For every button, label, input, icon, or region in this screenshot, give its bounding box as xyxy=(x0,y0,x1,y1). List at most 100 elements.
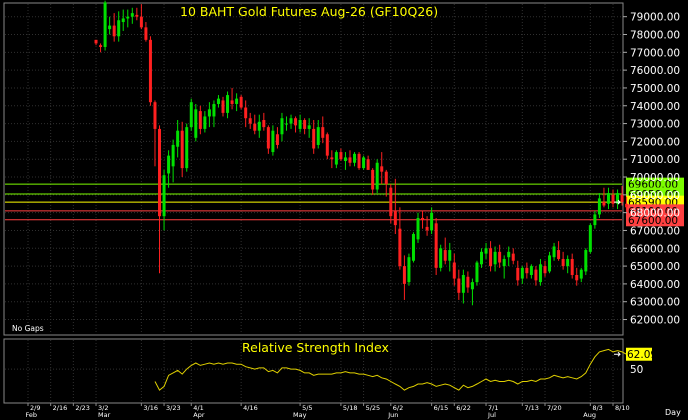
candle-body xyxy=(588,225,592,252)
month-label: Jun xyxy=(387,411,398,419)
y-tick-label: 63000.00 xyxy=(630,297,680,309)
candle-body xyxy=(380,166,384,172)
month-label: May xyxy=(293,411,307,419)
candle-body xyxy=(198,111,202,129)
y-tick-label: 78000.00 xyxy=(630,30,680,42)
candle-body xyxy=(548,255,552,272)
candle-body xyxy=(262,120,266,128)
candle-body xyxy=(235,98,239,104)
x-tick-label: 2/16 xyxy=(53,404,68,412)
candle-body xyxy=(375,162,379,190)
candle-body xyxy=(480,251,483,265)
y-tick-label: 77000.00 xyxy=(630,47,680,59)
candle-body xyxy=(606,193,610,204)
candle-body xyxy=(620,194,624,202)
candle-body xyxy=(525,267,529,274)
candle-body xyxy=(411,234,415,261)
candle-body xyxy=(216,98,220,104)
y-tick-label: 68000.00 xyxy=(630,208,680,220)
x-tick-label: 8/10 xyxy=(615,404,630,412)
candle-body xyxy=(529,266,533,275)
candle-body xyxy=(158,128,162,217)
candle-body xyxy=(461,274,465,293)
chart-title: 10 BAHT Gold Futures Aug-26 (GF10Q26) xyxy=(180,4,438,19)
candle-body xyxy=(284,123,288,125)
candle-body xyxy=(135,14,139,17)
x-tick-label: 3/16 xyxy=(143,404,158,412)
candle-body xyxy=(398,228,402,267)
candle-body xyxy=(189,102,193,128)
candle-body xyxy=(489,248,493,267)
candle-body xyxy=(348,157,352,163)
y-tick-label: 66000.00 xyxy=(630,243,680,255)
candle-body xyxy=(244,107,248,119)
candle-body xyxy=(108,25,112,30)
candle-body xyxy=(407,257,411,283)
candle-body xyxy=(421,217,425,220)
candle-body xyxy=(534,269,538,281)
candle-body xyxy=(543,266,547,274)
candle-body xyxy=(257,121,261,131)
x-tick-label: 4/16 xyxy=(243,404,258,412)
candle-body xyxy=(353,153,357,163)
candle-body xyxy=(457,278,461,293)
candle-body xyxy=(602,201,606,206)
rsi-mid-label: 50 xyxy=(630,364,643,376)
candle-body xyxy=(271,130,275,153)
month-label: Apr xyxy=(193,411,205,419)
x-tick-label: 6/15 xyxy=(434,404,449,412)
candle-body xyxy=(448,250,452,261)
candle-body xyxy=(434,223,438,268)
candle-body xyxy=(303,120,307,129)
candle-body xyxy=(266,127,270,149)
y-tick-label: 72000.00 xyxy=(630,136,680,148)
candle-body xyxy=(597,198,601,215)
candle-body xyxy=(230,100,234,104)
candle-body xyxy=(126,16,130,19)
candle-body xyxy=(443,250,447,261)
candle-body xyxy=(330,157,334,160)
candle-body xyxy=(570,258,574,275)
candle-body xyxy=(339,152,343,160)
candle-body xyxy=(389,187,393,217)
candle-body xyxy=(439,248,443,268)
candle-body xyxy=(371,169,375,190)
y-tick-label: 67000.00 xyxy=(630,225,680,237)
candle-body xyxy=(321,127,325,138)
candle-body xyxy=(466,276,470,288)
candle-body xyxy=(103,2,107,47)
candle-body xyxy=(625,203,629,208)
candle-body xyxy=(221,100,225,113)
candle-body xyxy=(502,258,506,267)
candle-body xyxy=(239,96,243,108)
y-tick-label: 73000.00 xyxy=(630,119,680,131)
candle-body xyxy=(207,109,211,117)
candle-body xyxy=(139,16,143,28)
candle-body xyxy=(130,13,134,17)
month-label: Jul xyxy=(487,411,496,419)
gold-futures-chart: 69600.0069050.0068590.0068100.0067600.00… xyxy=(0,0,688,420)
candle-body xyxy=(475,262,479,283)
period-label: Day xyxy=(665,408,681,417)
y-tick-label: 64000.00 xyxy=(630,279,680,291)
candle-body xyxy=(516,267,520,281)
candle-body xyxy=(253,123,257,131)
y-tick-label: 75000.00 xyxy=(630,83,680,95)
candle-body xyxy=(552,246,556,258)
candle-body xyxy=(162,175,166,217)
candle-body xyxy=(289,118,293,124)
candle-body xyxy=(416,217,420,240)
candle-body xyxy=(307,125,311,129)
candle-body xyxy=(248,118,252,124)
candle-body xyxy=(430,212,434,231)
y-tick-label: 70000.00 xyxy=(630,172,680,184)
month-label: Mar xyxy=(98,411,111,419)
y-tick-label: 74000.00 xyxy=(630,101,680,113)
rsi-value-label: 62.09 xyxy=(627,349,657,361)
x-tick-label: 3/23 xyxy=(166,404,181,412)
candle-body xyxy=(498,251,502,263)
candle-body xyxy=(325,134,329,156)
candle-body xyxy=(593,214,597,226)
y-tick-label: 69000.00 xyxy=(630,190,680,202)
x-tick-label: 5/18 xyxy=(343,404,358,412)
